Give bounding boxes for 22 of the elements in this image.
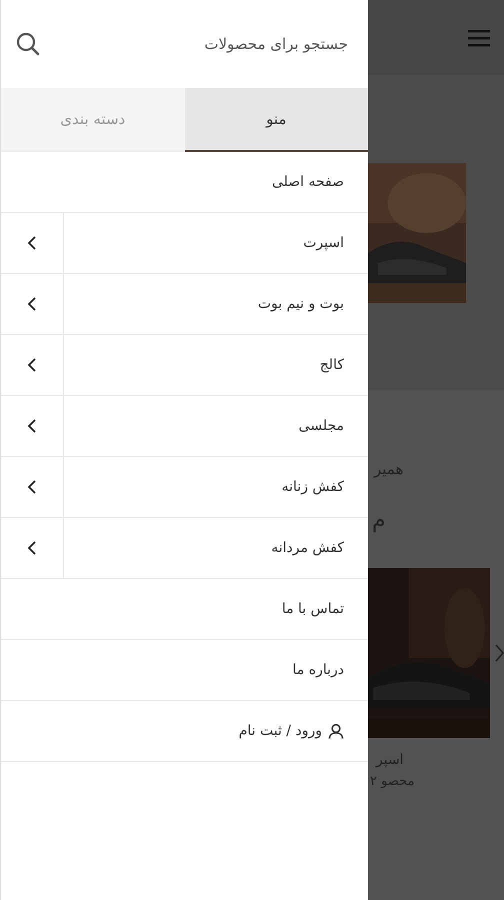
chevron-icon: [27, 418, 37, 434]
chevron-icon: [27, 296, 37, 312]
menu-item-label: کفش زنانه: [282, 479, 344, 495]
chevron-icon: [27, 235, 37, 251]
menu-item-label: ورود / ثبت نام: [238, 723, 322, 739]
menu-item-label: کفش مردانه: [271, 540, 344, 556]
menu-item-label: بوت و نیم بوت: [258, 296, 344, 312]
chevron-icon: [27, 357, 37, 373]
chevron-icon: [27, 540, 37, 556]
chevron-icon[interactable]: [495, 644, 504, 662]
user-icon: [328, 723, 344, 739]
chevron-icon: [27, 479, 37, 495]
search-icon[interactable]: [15, 31, 41, 57]
menu-item-label: کالج: [320, 357, 344, 373]
search-field[interactable]: جستجو برای محصولات: [49, 34, 350, 54]
menu-item-label: صفحه اصلی: [272, 174, 344, 190]
tab[interactable]: منو: [184, 88, 368, 152]
menu-item-label: اسپرت: [303, 235, 344, 251]
menu-item-label: درباره ما: [292, 662, 344, 678]
menu-icon[interactable]: [468, 28, 490, 46]
menu-item-label: مجلسی: [298, 418, 344, 434]
menu-item-label: تماس با ما: [282, 601, 344, 617]
